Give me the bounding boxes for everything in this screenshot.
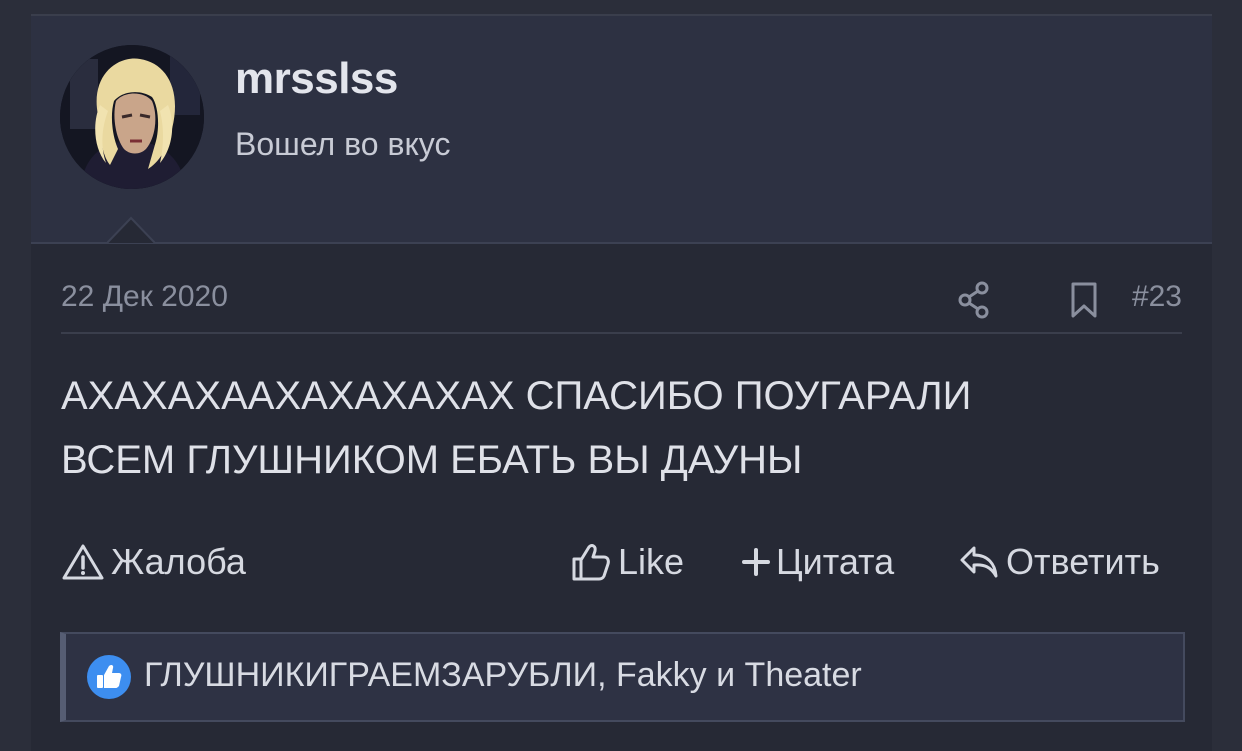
report-label: Жалоба (111, 541, 246, 582)
like-badge-icon (86, 654, 132, 700)
post-number[interactable]: #23 (1132, 280, 1182, 314)
share-icon[interactable] (956, 280, 992, 320)
report-button[interactable]: Жалоба (61, 534, 246, 590)
post-actions: Жалоба Like Цитата Ответить (61, 534, 1182, 590)
message-line: АХАХАХААХАХАХАХАХ СПАСИБО ПОУГАРАЛИ (61, 374, 972, 418)
post-meta-row: 22 Дек 2020 #23 (61, 270, 1182, 334)
plus-icon (742, 548, 770, 576)
reply-arrow-icon (958, 542, 1000, 582)
page: mrsslss Вошел во вкус 22 Дек 2020 #23 АХ… (0, 0, 1242, 751)
avatar[interactable] (60, 45, 204, 189)
thumbs-up-icon (570, 541, 612, 583)
post-date[interactable]: 22 Дек 2020 (61, 280, 228, 314)
user-header: mrsslss Вошел во вкус (31, 16, 1212, 244)
like-button[interactable]: Like (570, 534, 684, 590)
bookmark-icon[interactable] (1066, 280, 1102, 320)
username[interactable]: mrsslss (235, 54, 398, 104)
warning-triangle-icon (61, 542, 105, 582)
post-message: АХАХАХААХАХАХАХАХ СПАСИБО ПОУГАРАЛИ ВСЕМ… (61, 364, 1182, 492)
quote-label: Цитата (776, 541, 895, 582)
reactions-bar[interactable]: ГЛУШНИКИГРАЕМЗАРУБЛИ, Fakky и Theater (60, 632, 1185, 722)
reply-label: Ответить (1006, 541, 1160, 582)
reply-button[interactable]: Ответить (958, 534, 1160, 590)
user-title: Вошел во вкус (235, 126, 451, 162)
like-label: Like (618, 541, 685, 582)
message-line: ВСЕМ ГЛУШНИКОМ ЕБАТЬ ВЫ ДАУНЫ (61, 438, 803, 482)
reactions-text[interactable]: ГЛУШНИКИГРАЕМЗАРУБЛИ, Fakky и Theater (144, 656, 862, 695)
quote-button[interactable]: Цитата (742, 534, 894, 590)
forum-post: mrsslss Вошел во вкус 22 Дек 2020 #23 АХ… (31, 14, 1212, 751)
header-pointer (107, 214, 155, 244)
